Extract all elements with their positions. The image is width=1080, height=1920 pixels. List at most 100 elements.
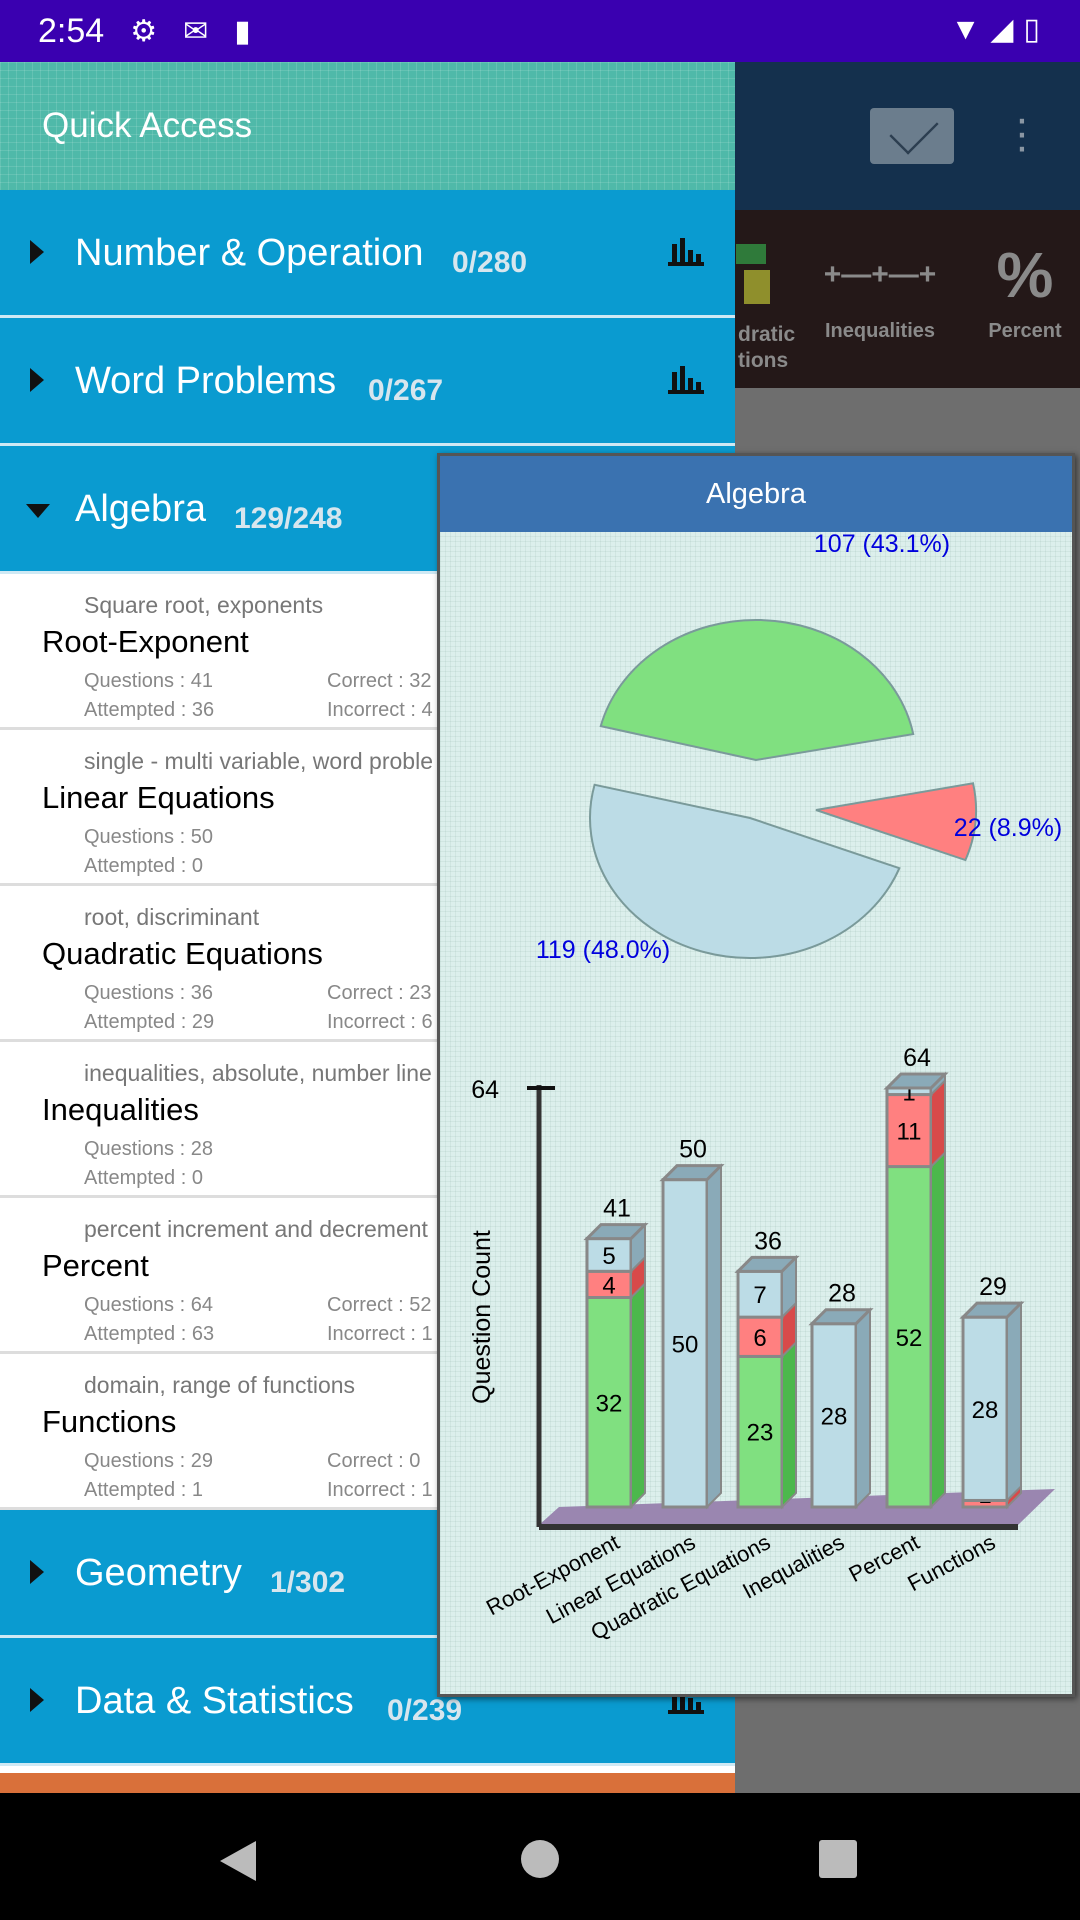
category-number-operation[interactable]: Number & Operation 0/280 (0, 190, 735, 318)
percent-icon: % (996, 239, 1054, 311)
more-vert-icon[interactable]: · · · (1010, 97, 1034, 169)
bar-total-label: 50 (679, 1136, 707, 1164)
questions-count: Questions : 41 (84, 670, 213, 692)
navigation-bar (0, 1793, 1080, 1920)
questions-count: Questions : 64 (84, 1294, 213, 1316)
recents-icon[interactable] (818, 1839, 858, 1879)
attempted-count: Attempted : 29 (84, 1011, 215, 1033)
incorrect-count: Incorrect : 1 (327, 1479, 433, 1501)
bar-side-unattempted (1006, 1300, 1022, 1503)
x-tick-label: Functions (903, 1529, 999, 1596)
home-icon[interactable] (520, 1839, 560, 1879)
gmail-icon: ✉ (183, 14, 209, 48)
bar-segment-label: 5 (602, 1243, 615, 1270)
caret-right-icon (30, 1688, 44, 1712)
battery-charging-icon: ▯ (1023, 13, 1050, 46)
bar-total-label: 29 (979, 1273, 1007, 1301)
questions-count: Questions : 29 (84, 1450, 213, 1472)
questions-count: Questions : 28 (84, 1138, 213, 1160)
incorrect-count: Incorrect : 6 (327, 1011, 433, 1033)
topic-title: Functions (42, 1404, 177, 1439)
bar-side-correct (630, 1281, 646, 1510)
bar-total-label: 28 (828, 1280, 856, 1308)
drawer-header: Quick Access (0, 62, 735, 190)
caret-right-icon (30, 240, 44, 264)
category-count: 129/248 (234, 502, 343, 535)
caret-down-icon (26, 504, 50, 518)
tile-label: dratic tions (738, 323, 796, 372)
bar-segment-label: 28 (821, 1403, 848, 1430)
topic-title: Root-Exponent (42, 624, 249, 659)
envelope-icon[interactable] (870, 108, 954, 164)
tile-label: Percent (988, 320, 1062, 342)
topic-subtitle: root, discriminant (84, 904, 260, 930)
drawer-bottom-strip (0, 1773, 735, 1793)
category-count: 0/239 (387, 1694, 463, 1727)
number-line-icon: +—+—+ (823, 258, 937, 291)
bar-total-label: 64 (903, 1044, 931, 1072)
category-word-problems[interactable]: Word Problems 0/267 (0, 318, 735, 446)
incorrect-count: Incorrect : 1 (327, 1323, 433, 1345)
attempted-count: Attempted : 1 (84, 1479, 203, 1501)
bar-side-correct (930, 1150, 946, 1510)
bar-side-unattempted (855, 1307, 871, 1510)
pie-slice-correct (599, 619, 915, 762)
topic-subtitle: inequalities, absolute, number line (84, 1060, 432, 1086)
y-tick-label: 64 (471, 1076, 499, 1104)
questions-count: Questions : 50 (84, 826, 213, 848)
tile-inequalities[interactable]: +—+—+ Inequalities (810, 230, 950, 343)
wifi-icon: ▼ (950, 13, 991, 46)
topic-subtitle: single - multi variable, word proble (84, 748, 433, 774)
attempted-count: Attempted : 63 (84, 1323, 215, 1345)
bar-chart-icon[interactable] (668, 238, 704, 266)
category-name: Geometry (75, 1552, 242, 1594)
bar-side-unattempted (706, 1163, 722, 1510)
correct-count: Correct : 0 (327, 1450, 421, 1472)
y-axis-label: Question Count (468, 1230, 496, 1404)
pie-label-correct: 107 (43.1%) (814, 532, 950, 558)
bar-segment-label: 52 (896, 1325, 923, 1352)
bar-segment-label: 6 (753, 1325, 766, 1352)
gear-icon: ⚙ (130, 14, 158, 48)
pie-label-incorrect: 22 (8.9%) (954, 814, 1062, 842)
back-icon[interactable] (218, 1839, 258, 1883)
category-name: Number & Operation (75, 232, 424, 274)
bar-total-label: 36 (754, 1227, 782, 1255)
signal-icon: ◢ (990, 13, 1024, 46)
chart-area: 107 (43.1%)119 (48.0%)22 (8.9%)64Questio… (468, 532, 1062, 1645)
correct-count: Correct : 52 (327, 1294, 432, 1316)
sd-card-icon: ▮ (234, 14, 251, 48)
status-right-icons: ▼◢▯ (951, 12, 1050, 47)
attempted-count: Attempted : 0 (84, 855, 203, 877)
topic-subtitle: Square root, exponents (84, 592, 324, 618)
bar-total-label: 41 (603, 1195, 631, 1223)
topic-title: Quadratic Equations (42, 936, 323, 971)
category-name: Data & Statistics (75, 1680, 354, 1722)
popup-title: Algebra (440, 456, 1072, 532)
caret-right-icon (30, 368, 44, 392)
bar-segment-label: 32 (596, 1390, 623, 1417)
bar-segment-label: 7 (753, 1282, 766, 1309)
category-name: Word Problems (75, 360, 337, 402)
category-count: 1/302 (270, 1566, 346, 1599)
attempted-count: Attempted : 0 (84, 1167, 203, 1189)
correct-count: Correct : 23 (327, 982, 432, 1004)
pie-label-unattempted: 119 (48.0%) (536, 936, 670, 964)
attempted-count: Attempted : 36 (84, 699, 215, 721)
status-bar: 2:54 ⚙ ✉ ▮ ▼◢▯ (0, 0, 1080, 62)
topic-title: Percent (42, 1248, 149, 1283)
chart-popup: Algebra 107 (43.1%) 119 (48.0%) 22 (8.9%) 6… (437, 453, 1075, 1697)
topic-title: Inequalities (42, 1092, 199, 1127)
bar-segment-label: 50 (672, 1331, 699, 1358)
bar-side-correct (781, 1340, 797, 1510)
bar-segment-label: 4 (602, 1272, 615, 1299)
questions-count: Questions : 36 (84, 982, 213, 1004)
topic-subtitle: domain, range of functions (84, 1372, 356, 1398)
tile-percent[interactable]: % Percent (955, 230, 1080, 343)
incorrect-count: Incorrect : 4 (327, 699, 433, 721)
category-name: Algebra (75, 488, 206, 530)
category-count: 0/267 (368, 374, 444, 407)
bar-segment-label: 28 (972, 1397, 999, 1424)
topic-title: Linear Equations (42, 780, 275, 815)
bar-chart-icon[interactable] (668, 366, 704, 394)
